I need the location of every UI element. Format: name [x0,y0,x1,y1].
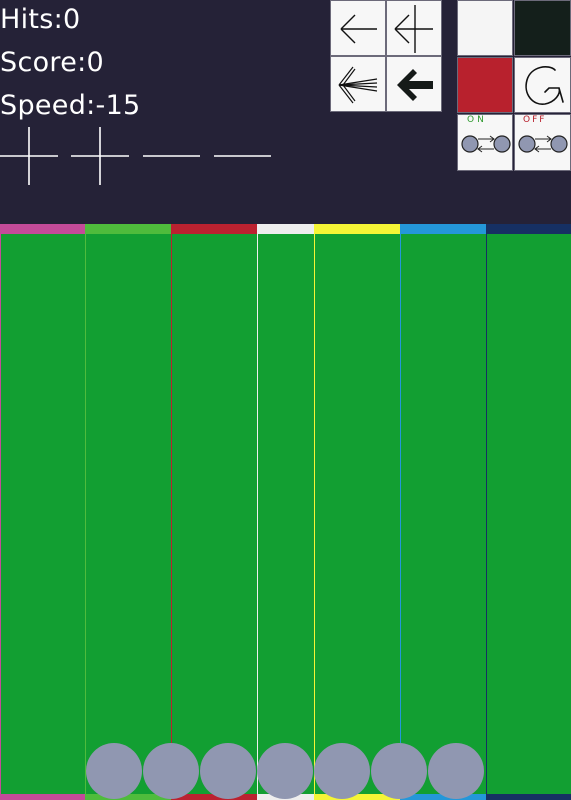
lane-divider [85,234,86,794]
red-color-swatch[interactable] [457,57,513,113]
lane-color-bar-top [85,224,171,234]
hit-ball[interactable] [200,743,256,799]
white-color-swatch[interactable] [457,0,513,56]
swap-arrows-icon [518,135,568,153]
lane-divider [400,234,401,794]
lane-color-bar-bottom [0,794,85,800]
lane-2[interactable] [85,224,171,800]
hit-ball[interactable] [86,743,142,799]
plus-icon [0,127,58,185]
hit-ball[interactable] [428,743,484,799]
lane-7[interactable] [486,224,571,800]
lane-1[interactable] [0,224,85,800]
hit-ball[interactable] [257,743,313,799]
lane-color-bar-top [171,224,257,234]
arrow-bold-left-button[interactable] [386,56,442,112]
lane-divider [486,234,487,794]
lane-divider [257,234,258,794]
lane-6[interactable] [400,224,486,800]
lane-color-bar-top [486,224,571,234]
toggle-on-button[interactable]: ON [457,114,513,171]
minus-icon [214,155,271,157]
hit-ball[interactable] [314,743,370,799]
lane-5[interactable] [314,224,400,800]
lane-color-bar-top [0,224,85,234]
restart-icon [525,66,564,105]
lane-divider [0,234,1,794]
lane-color-bar-top [314,224,400,234]
branch-left-arrow-icon [394,5,433,53]
bold-left-arrow-icon [397,69,433,101]
minus-icon [143,155,200,157]
score-counter: Score:0 [0,47,104,78]
lane-color-bar-top [257,224,314,234]
hits-counter: Hits:0 [0,4,81,35]
lane-4[interactable] [257,224,314,800]
hit-ball[interactable] [371,743,427,799]
toggle-off-button[interactable]: OFF [514,114,571,171]
thin-left-arrow-icon [340,14,377,44]
lane-divider [314,234,315,794]
hit-ball[interactable] [143,743,199,799]
lane-field [0,224,571,800]
lane-3[interactable] [171,224,257,800]
arrow-multi-left-button[interactable] [330,56,386,112]
multi-line-left-arrow-icon [338,66,378,104]
lane-divider [171,234,172,794]
restart-button[interactable] [514,57,571,113]
lane-color-bar-bottom [486,794,571,800]
lane-color-bar-top [400,224,486,234]
plus-icon [71,127,129,185]
speed-counter: Speed:-15 [0,90,141,121]
arrow-branch-left-button[interactable] [386,0,442,56]
arrow-thin-left-button[interactable] [330,0,386,56]
dark-color-swatch[interactable] [514,0,571,56]
swap-arrows-icon [461,135,511,153]
